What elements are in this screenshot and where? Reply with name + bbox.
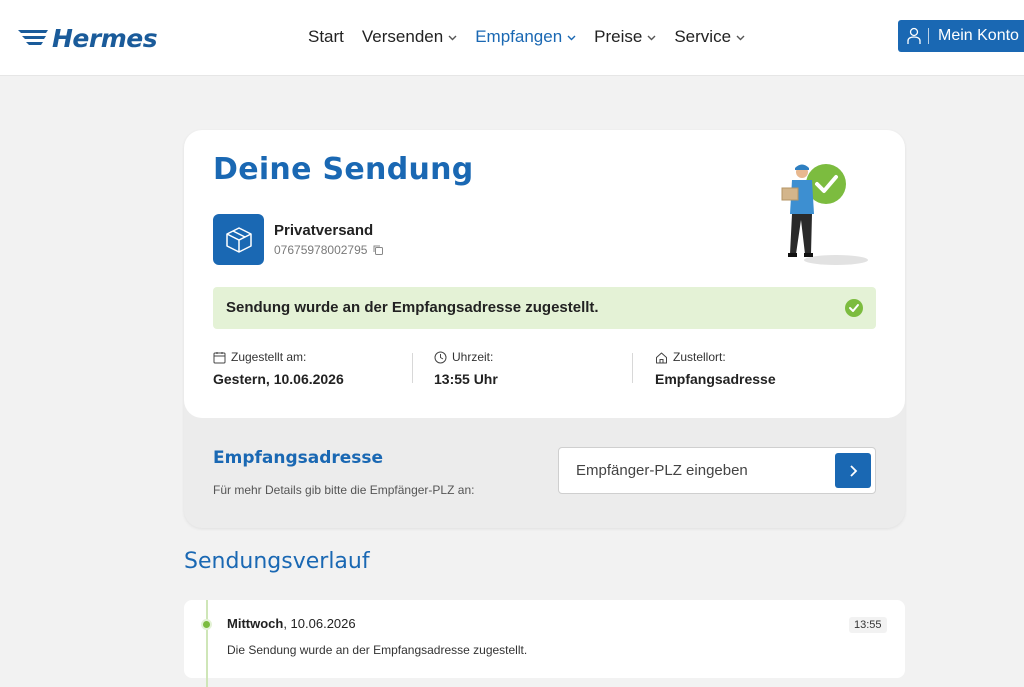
hermes-wings-icon (18, 30, 48, 45)
event-time: 13:55 (849, 617, 887, 633)
address-title: Empfangsadresse (213, 448, 384, 468)
nav-label: Service (674, 27, 732, 46)
nav-start[interactable]: Start (308, 27, 344, 47)
nav-service[interactable]: Service (674, 27, 745, 47)
event-day: Mittwoch (227, 616, 284, 631)
home-icon (656, 352, 667, 363)
address-hint: Für mehr Details gib bitte die Empfänger… (213, 483, 475, 497)
divider (632, 353, 633, 383)
separator (928, 28, 929, 44)
delivered-time: Uhrzeit: 13:55 Uhr (434, 350, 498, 390)
nav-preise[interactable]: Preise (594, 27, 656, 47)
clock-icon (434, 351, 447, 363)
plz-form (558, 447, 876, 494)
chevron-down-icon (736, 33, 745, 42)
chevron-right-icon (850, 464, 858, 477)
main-nav: Start Versenden Empfangen Preise Service (308, 24, 763, 50)
user-icon (907, 27, 921, 44)
tracking-number-text: 07675978002795 (274, 243, 368, 257)
courier-illustration-icon (781, 164, 868, 265)
timeline-line (206, 600, 208, 687)
nav-label: Empfangen (475, 27, 563, 46)
tracking-number: 07675978002795 (274, 243, 384, 257)
nav-empfangen[interactable]: Empfangen (475, 27, 576, 47)
nav-label: Versenden (361, 27, 444, 46)
plz-submit-button[interactable] (835, 453, 871, 488)
account-button[interactable]: Mein Konto (898, 20, 1024, 52)
status-text: Sendung wurde an der Empfangsadresse zug… (226, 299, 599, 316)
copy-icon[interactable] (372, 244, 384, 256)
event-text: Die Sendung wurde an der Empfangsadresse… (227, 643, 528, 657)
info-value: Gestern, 10.06.2026 (213, 371, 344, 387)
page-title: Deine Sendung (213, 152, 474, 187)
account-label: Mein Konto (938, 27, 1019, 44)
nav-label: Start (308, 27, 344, 46)
history-title: Sendungsverlauf (184, 549, 370, 574)
calendar-icon (213, 351, 226, 363)
nav-label: Preise (594, 27, 643, 46)
plz-input[interactable] (559, 448, 829, 493)
event-date-value: , 10.06.2026 (283, 616, 356, 631)
delivery-status-banner: Sendung wurde an der Empfangsadresse zug… (213, 287, 876, 329)
site-header: Hermes Start Versenden Empfangen Preise … (0, 0, 1024, 76)
shipment-type: Privatversand (274, 222, 374, 239)
timeline-dot (201, 619, 212, 630)
box-icon (213, 214, 264, 265)
info-label: Zustellort: (673, 350, 726, 364)
nav-versenden[interactable]: Versenden (362, 27, 457, 47)
info-label: Zugestellt am: (231, 350, 307, 364)
divider (412, 353, 413, 383)
delivered-date: Zugestellt am: Gestern, 10.06.2026 (213, 350, 344, 390)
delivered-place: Zustellort: Empfangsadresse (655, 350, 776, 390)
chevron-down-icon (448, 33, 457, 42)
event-date: Mittwoch, 10.06.2026 (227, 616, 356, 631)
history-event (184, 600, 905, 678)
check-circle-icon (845, 299, 863, 317)
chevron-down-icon (567, 33, 576, 42)
chevron-down-icon (647, 33, 656, 42)
info-value: Empfangsadresse (655, 371, 776, 387)
info-label: Uhrzeit: (452, 350, 494, 364)
logo-text: Hermes (52, 23, 158, 53)
info-value: 13:55 Uhr (434, 371, 498, 387)
hermes-logo[interactable]: Hermes (16, 22, 158, 54)
